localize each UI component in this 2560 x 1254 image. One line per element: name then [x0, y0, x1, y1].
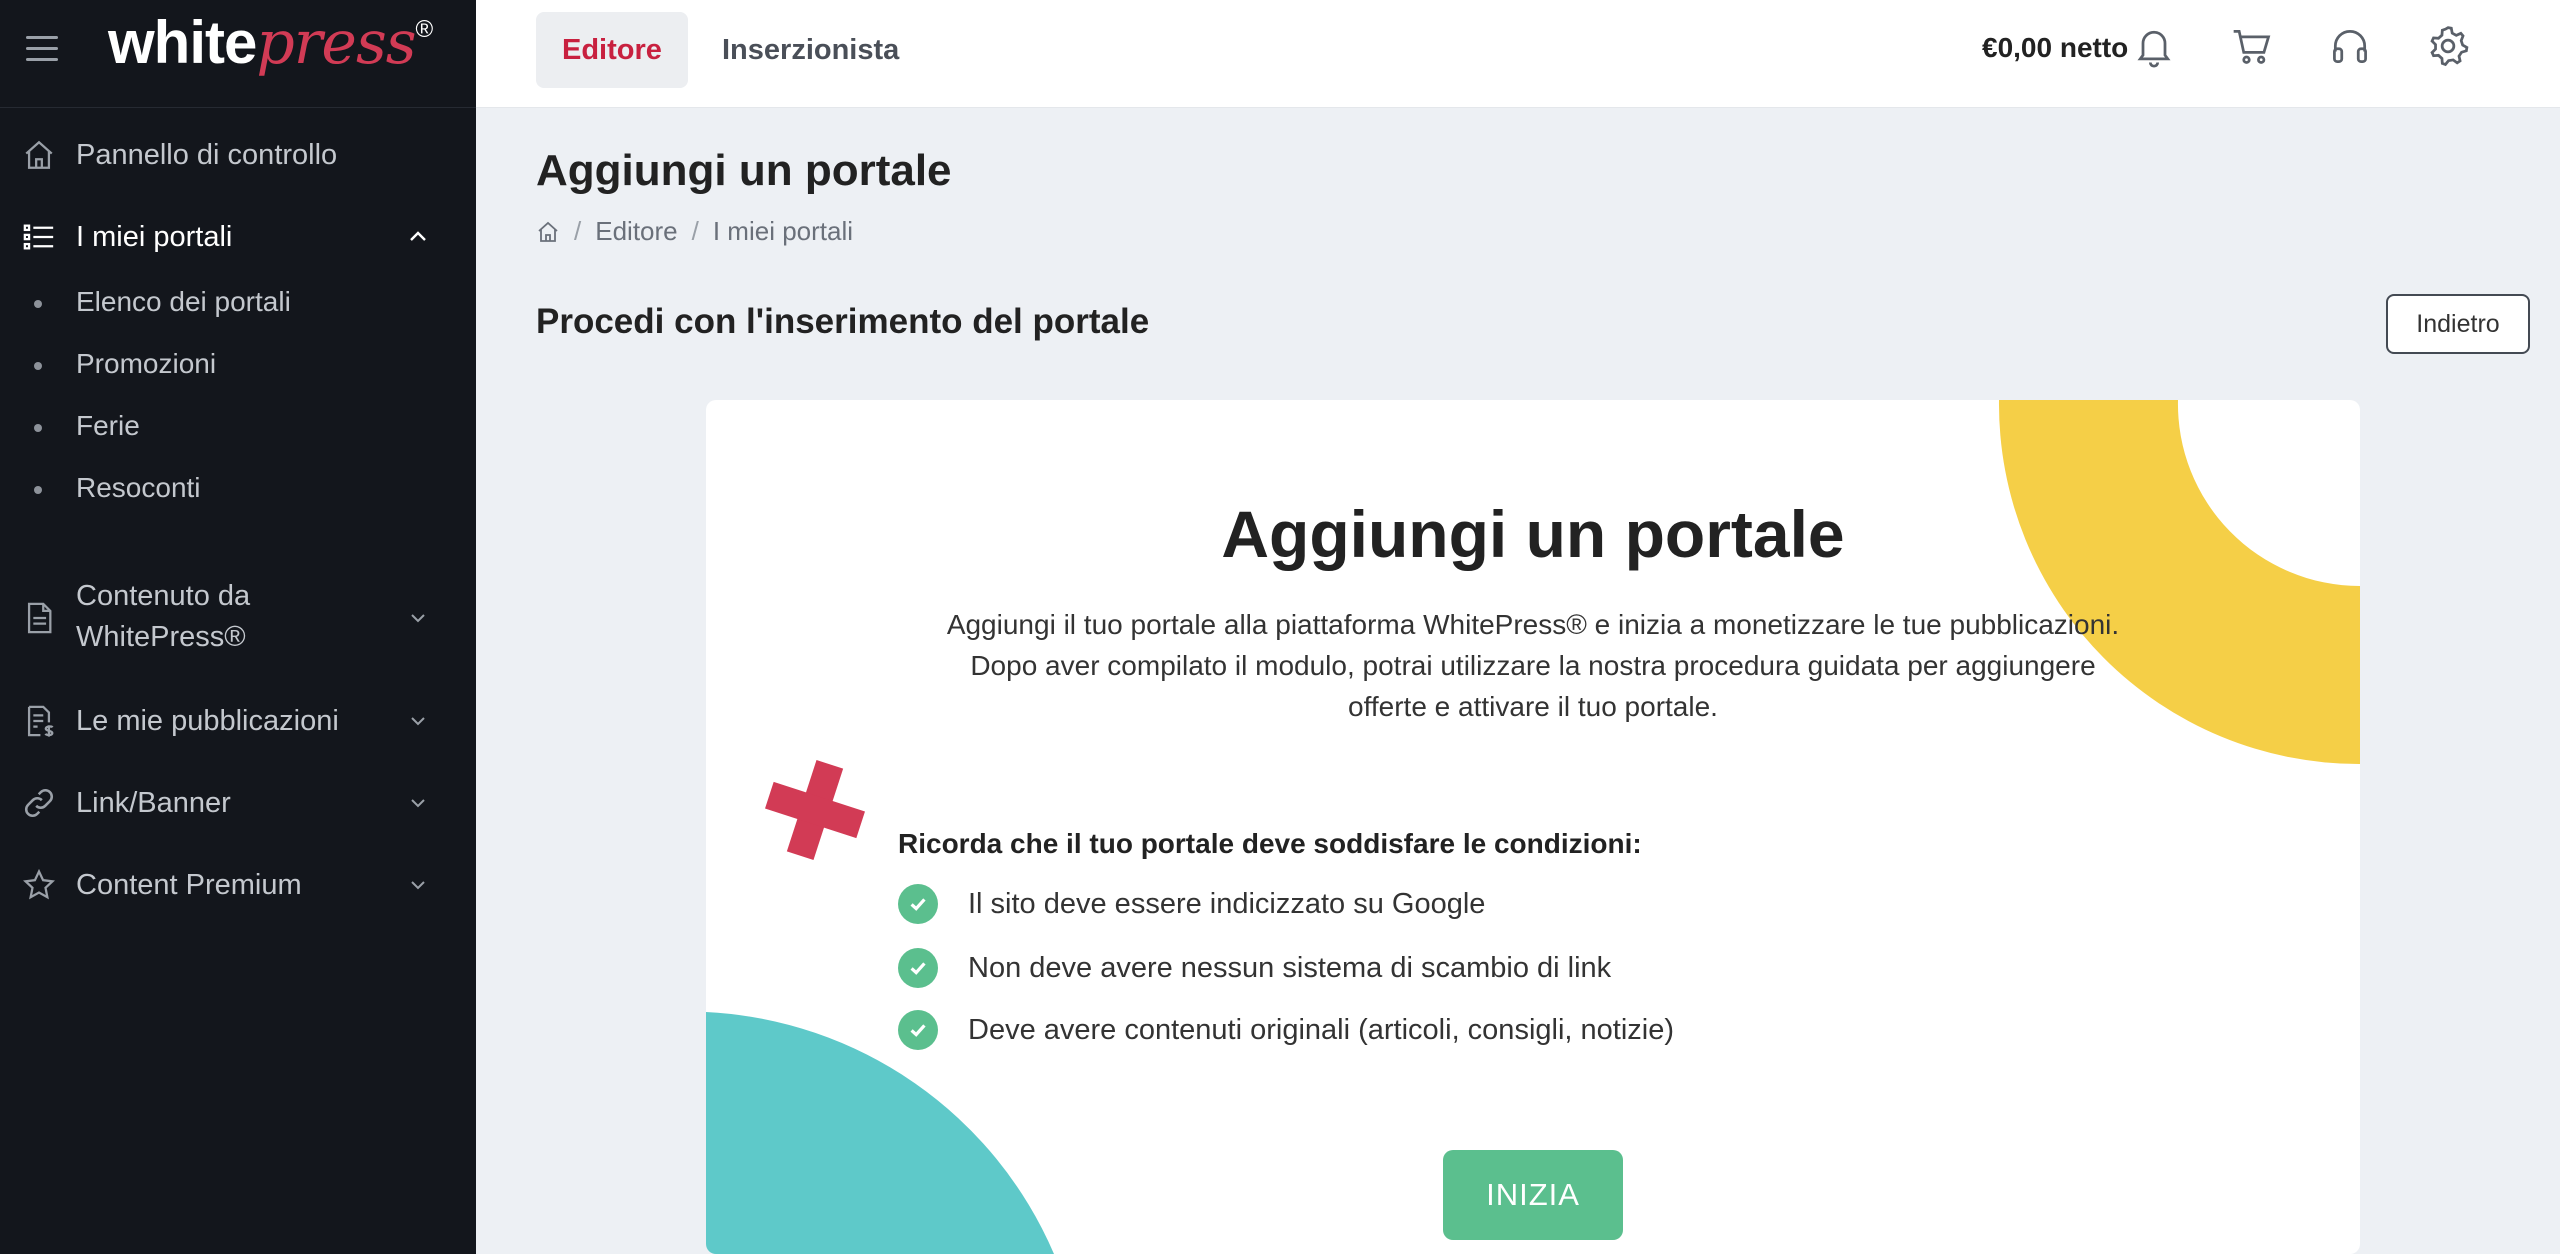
sidebar-item-label: Contenuto da	[76, 580, 251, 612]
sidebar-item-whitepress-content[interactable]: Contenuto da WhitePress®	[0, 576, 476, 660]
sidebar-item-label: I miei portali	[76, 220, 233, 253]
card-title: Aggiungi un portale	[1221, 497, 1845, 571]
sidebar-subitem-holidays[interactable]: Ferie	[0, 410, 476, 446]
card-description: Aggiungi il tuo portale alla piattaforma…	[883, 604, 2183, 727]
condition-text: Non deve avere nessun sistema di scambio…	[968, 951, 1612, 984]
breadcrumb-separator: /	[691, 216, 699, 246]
condition-text: Il sito deve essere indicizzato su Googl…	[968, 887, 1486, 920]
conditions-title: Ricorda che il tuo portale deve soddisfa…	[898, 828, 1642, 859]
gear-icon[interactable]	[2426, 24, 2470, 68]
start-button[interactable]: INIZIA	[1443, 1150, 1623, 1240]
sidebar-item-label: Content Premium	[76, 868, 302, 901]
chevron-down-icon[interactable]	[406, 873, 430, 897]
sidebar-header: whitepress®	[0, 0, 476, 108]
sidebar: whitepress® Pannello di controllo I miei…	[0, 0, 476, 1254]
logo[interactable]: whitepress®	[108, 8, 434, 78]
sidebar-item-my-portals[interactable]: I miei portali	[0, 216, 476, 258]
check-icon	[898, 1010, 938, 1050]
sidebar-item-label: Pannello di controllo	[76, 138, 338, 171]
description-line: offerte e attivare il tuo portale.	[1348, 691, 1718, 722]
page-title: Aggiungi un portale	[536, 146, 952, 195]
sidebar-item-content-premium[interactable]: Content Premium	[0, 864, 476, 906]
condition-item: Non deve avere nessun sistema di scambio…	[898, 948, 1611, 988]
sidebar-item-label: Link/Banner	[76, 786, 231, 819]
sidebar-subitem-label: Resoconti	[76, 472, 201, 503]
breadcrumb: / Editore / I miei portali	[536, 216, 853, 247]
condition-item: Il sito deve essere indicizzato su Googl…	[898, 884, 1485, 924]
list-icon	[23, 224, 54, 250]
tab-advertiser[interactable]: Inserzionista	[696, 12, 925, 88]
sidebar-item-label: WhitePress®	[76, 621, 246, 653]
sidebar-subitem-portal-list[interactable]: Elenco dei portali	[0, 286, 476, 322]
home-icon[interactable]	[536, 220, 560, 244]
sidebar-subitem-label: Promozioni	[76, 348, 217, 379]
topbar: Editore Inserzionista €0,00 netto	[476, 0, 2560, 108]
breadcrumb-item[interactable]: Editore	[595, 216, 677, 247]
document-icon	[27, 602, 52, 634]
breadcrumb-item[interactable]: I miei portali	[713, 216, 853, 247]
logo-accent-text: press	[256, 8, 416, 78]
sidebar-subitem-reports[interactable]: Resoconti	[0, 472, 476, 508]
red-cross-shape	[765, 760, 865, 860]
bullet	[34, 300, 42, 308]
account-balance[interactable]: €0,00 netto	[1982, 32, 2128, 64]
description-line: Dopo aver compilato il modulo, potrai ut…	[970, 650, 2096, 681]
chevron-down-icon[interactable]	[406, 606, 430, 630]
bell-icon[interactable]	[2132, 24, 2176, 68]
chevron-down-icon[interactable]	[406, 709, 430, 733]
breadcrumb-separator: /	[574, 216, 582, 246]
sidebar-item-label: Le mie pubblicazioni	[76, 704, 339, 737]
bullet	[34, 486, 42, 494]
headset-icon[interactable]	[2328, 24, 2372, 68]
condition-text: Deve avere contenuti originali (articoli…	[968, 1013, 1674, 1046]
logo-registered: ®	[415, 16, 434, 43]
section-title: Procedi con l'inserimento del portale	[536, 302, 1150, 341]
condition-item: Deve avere contenuti originali (articoli…	[898, 1010, 1674, 1050]
sidebar-item-link-banner[interactable]: Link/Banner	[0, 782, 476, 824]
bullet	[34, 424, 42, 432]
add-portal-card: Aggiungi un portale Aggiungi il tuo port…	[706, 400, 2360, 1254]
sidebar-subitem-promotions[interactable]: Promozioni	[0, 348, 476, 384]
bullet	[34, 362, 42, 370]
star-icon	[22, 868, 56, 900]
invoice-icon	[27, 705, 54, 737]
sidebar-subitem-label: Elenco dei portali	[76, 286, 291, 317]
back-button[interactable]: Indietro	[2386, 294, 2530, 354]
sidebar-subitem-label: Ferie	[76, 410, 140, 441]
chevron-down-icon[interactable]	[406, 791, 430, 815]
menu-icon[interactable]	[26, 36, 58, 62]
sidebar-item-dashboard[interactable]: Pannello di controllo	[0, 134, 476, 176]
logo-main-text: white	[108, 9, 257, 76]
cart-icon[interactable]	[2230, 24, 2274, 68]
description-line: Aggiungi il tuo portale alla piattaforma…	[946, 609, 2120, 640]
tab-publisher[interactable]: Editore	[536, 12, 688, 88]
chevron-up-icon[interactable]	[406, 225, 430, 249]
check-icon	[898, 948, 938, 988]
home-icon	[25, 140, 53, 169]
sidebar-item-my-publications[interactable]: Le mie pubblicazioni	[0, 700, 476, 742]
link-icon	[25, 789, 53, 817]
check-icon	[898, 884, 938, 924]
